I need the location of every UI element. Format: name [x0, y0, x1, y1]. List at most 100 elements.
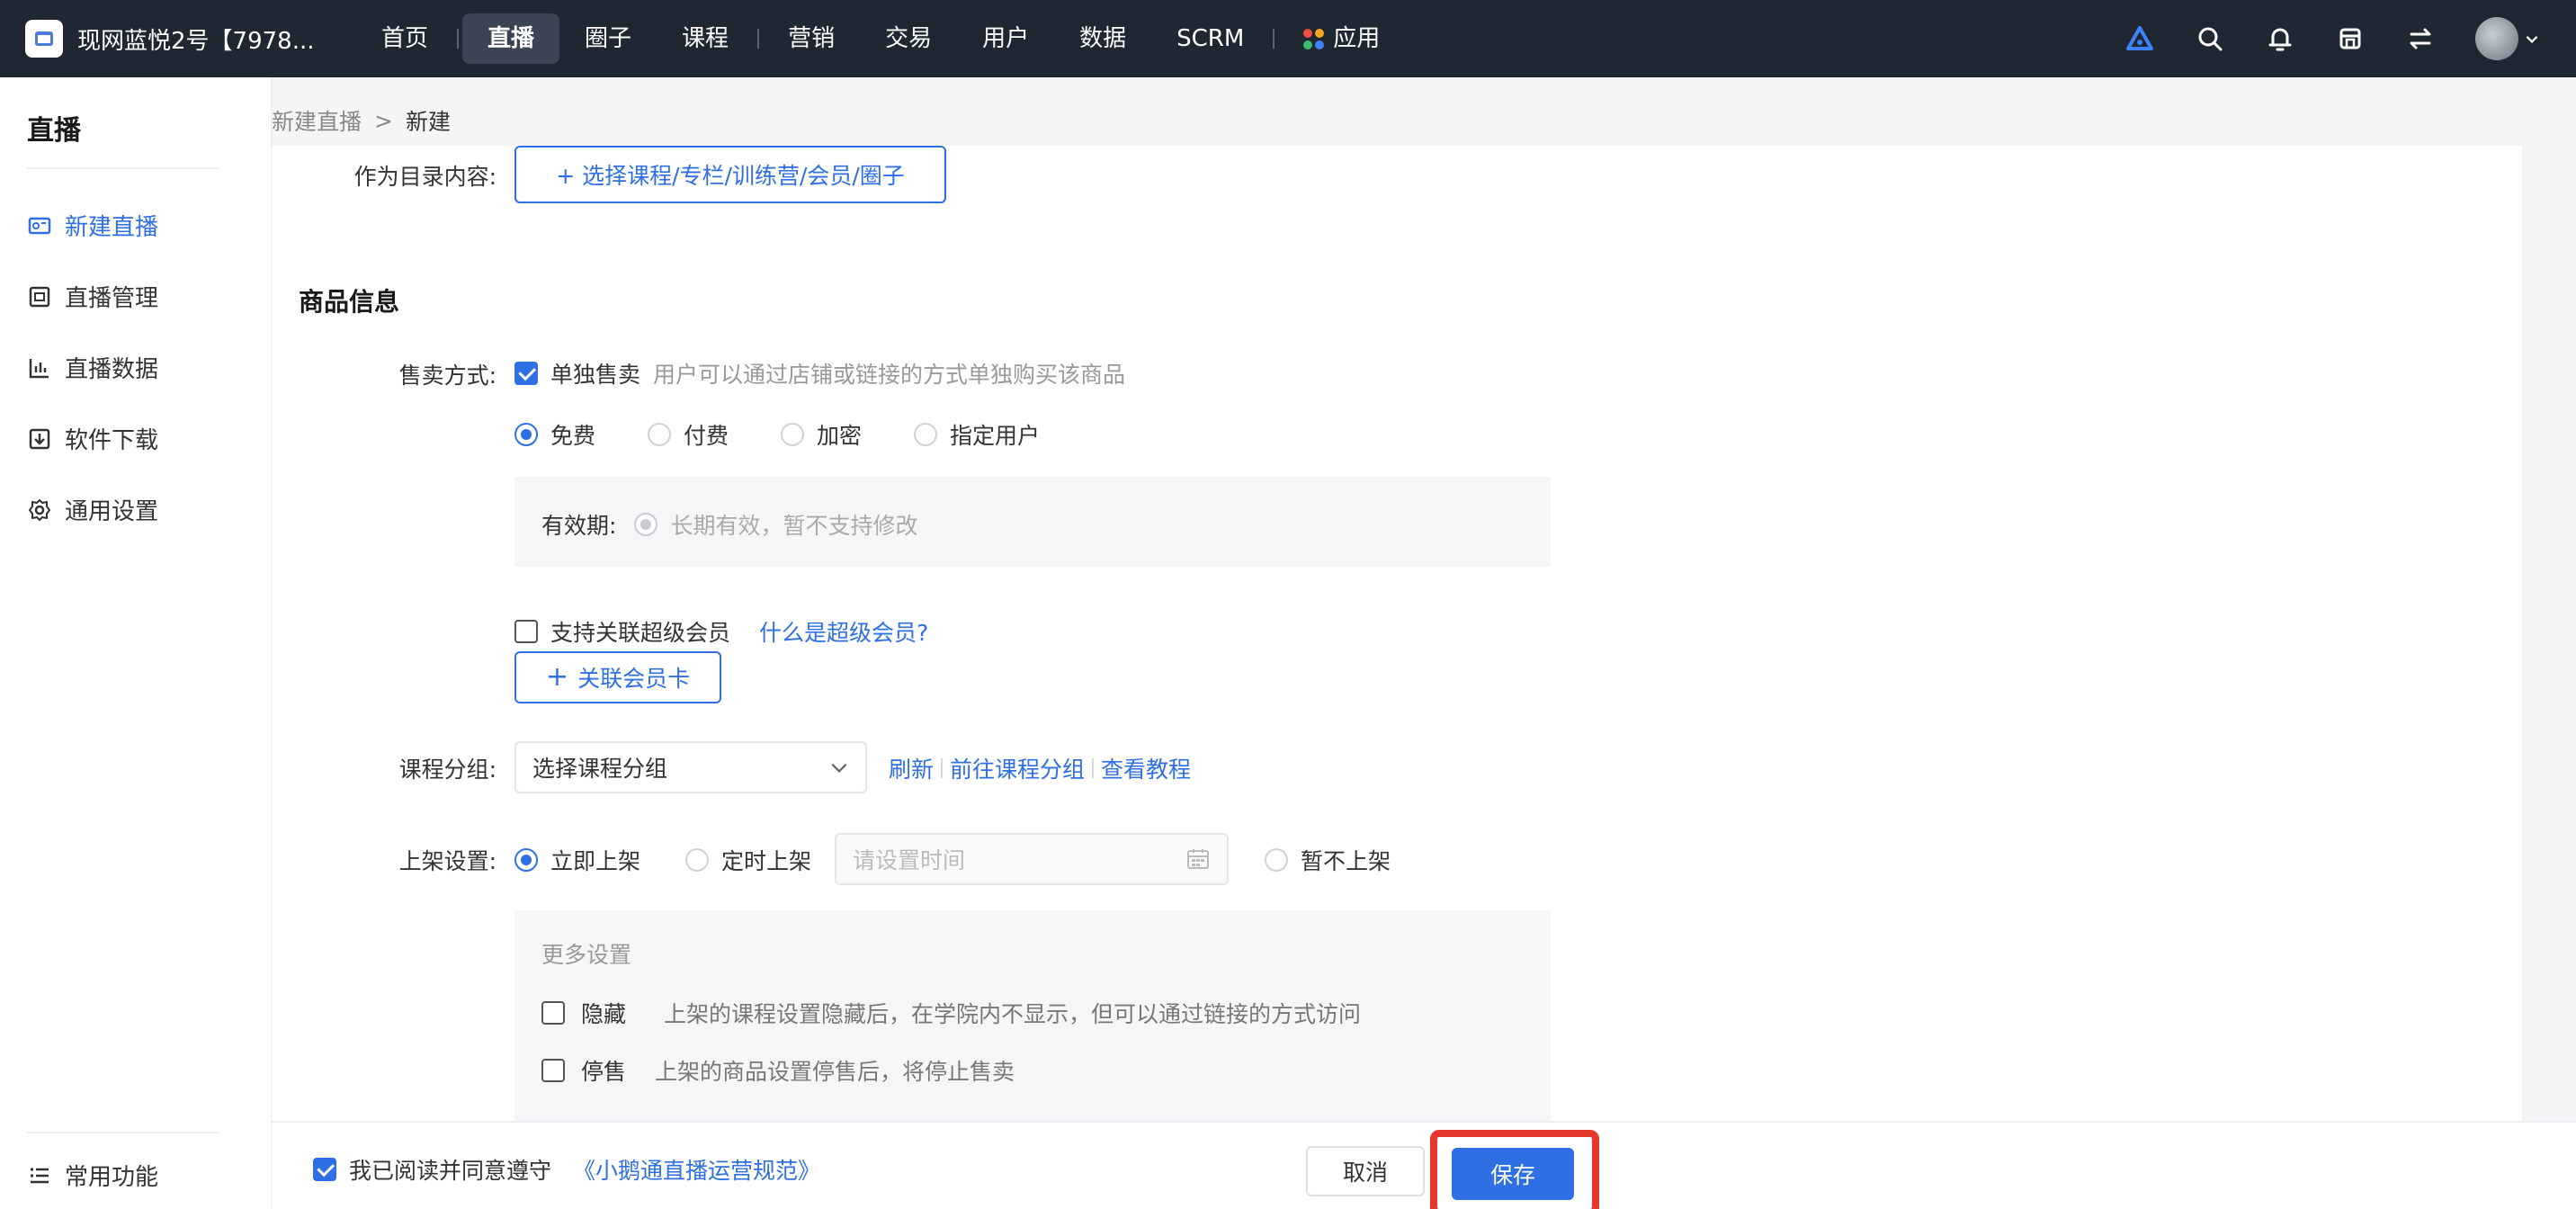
sidebar-item-live-data[interactable]: 直播数据 — [27, 351, 158, 384]
apps-icon — [1303, 28, 1325, 49]
sidebar-item-label: 常用功能 — [65, 1164, 159, 1191]
stop-sale-hint: 上架的商品设置停售后，将停止售卖 — [655, 1059, 1015, 1085]
nav-separator — [1273, 29, 1275, 49]
manage-icon — [29, 286, 50, 307]
sale-single-hint: 用户可以通过店铺或链接的方式单独购买该商品 — [653, 362, 1126, 388]
view-tutorial-link[interactable]: 查看教程 — [1101, 752, 1191, 784]
bell-icon[interactable] — [2265, 23, 2295, 54]
price-encrypt-radio[interactable] — [781, 423, 805, 446]
avatar — [2475, 17, 2518, 60]
sidebar-item-label: 软件下载 — [65, 427, 159, 454]
agreement-link[interactable]: 《小鹅通直播运营规范》 — [573, 1153, 820, 1186]
shelf-time-input[interactable]: 请设置时间 — [835, 833, 1229, 885]
nav-scrm[interactable]: SCRM — [1151, 13, 1269, 64]
user-menu[interactable] — [2475, 17, 2540, 60]
group-links: 刷新 前往课程分组 查看教程 — [889, 752, 1191, 784]
nav-course[interactable]: 课程 — [657, 13, 754, 64]
link-member-card-label: 关联会员卡 — [577, 666, 691, 692]
link-member-card-button[interactable]: + 关联会员卡 — [514, 651, 721, 703]
hide-label: 隐藏 — [581, 1001, 627, 1027]
nav-apps-label: 应用 — [1333, 25, 1381, 52]
validity-row: 有效期: 长期有效，暂不支持修改 — [541, 508, 917, 541]
validity-value: 长期有效，暂不支持修改 — [670, 513, 918, 539]
shelf-timed-radio[interactable] — [685, 848, 709, 872]
shelf-label: 上架设置: — [398, 848, 496, 874]
shop-name[interactable]: 现网蓝悦2号【7978... — [77, 22, 338, 56]
course-group-select[interactable]: 选择课程分组 — [514, 741, 867, 793]
sidebar-divider — [27, 1132, 219, 1133]
breadcrumb-parent[interactable]: 新建直播 — [272, 104, 362, 137]
chart-icon — [29, 358, 49, 378]
hide-row: 隐藏 上架的课程设置隐藏后，在学院内不显示，但可以通过链接的方式访问 — [541, 997, 1361, 1029]
shelf-now-label: 立即上架 — [550, 848, 641, 874]
cancel-button[interactable]: 取消 — [1306, 1146, 1425, 1196]
sidebar-divider — [27, 167, 219, 169]
group-label: 课程分组: — [398, 757, 496, 783]
nav-separator — [457, 29, 460, 49]
price-paid-radio[interactable] — [648, 423, 672, 446]
hide-checkbox[interactable] — [541, 1001, 565, 1025]
sale-single-label: 单独售卖 — [550, 362, 641, 388]
course-group-value: 选择课程分组 — [532, 756, 668, 782]
sidebar-item-live-manage[interactable]: 直播管理 — [27, 280, 158, 313]
price-specified-radio[interactable] — [914, 423, 938, 446]
sale-single-row: 单独售卖 用户可以通过店铺或链接的方式单独购买该商品 — [514, 357, 1125, 390]
agreement-checkbox[interactable] — [313, 1158, 336, 1181]
plus-icon: + — [545, 661, 569, 693]
form-panel: 作为目录内容: + 选择课程/专栏/训练营/会员/圈子 商品信息 售卖方式: 单… — [272, 146, 2522, 1121]
sidebar-item-label: 直播数据 — [65, 356, 159, 383]
brand-logo-icon[interactable] — [2124, 23, 2155, 54]
sidebar-item-common[interactable]: 常用功能 — [27, 1159, 158, 1192]
price-encrypt-label: 加密 — [817, 423, 863, 449]
chevron-down-icon — [831, 763, 847, 773]
save-button[interactable]: 保存 — [1452, 1148, 1574, 1200]
sidebar-item-new-live[interactable]: 新建直播 — [27, 209, 158, 242]
sidebar-item-label: 新建直播 — [65, 214, 159, 241]
shelf-not-label: 暂不上架 — [1301, 848, 1391, 874]
shelf-not-option: 暂不上架 — [1265, 844, 1391, 876]
nav-marketing[interactable]: 营销 — [763, 13, 860, 64]
nav-trade[interactable]: 交易 — [860, 13, 957, 64]
sidebar-title: 直播 — [27, 115, 81, 147]
price-free-radio[interactable] — [514, 423, 538, 446]
footer-bar: 我已阅读并同意遵守 《小鹅通直播运营规范》 取消 保存 — [272, 1121, 2576, 1209]
price-free-label: 免费 — [550, 423, 596, 449]
shelf-time-placeholder: 请设置时间 — [853, 847, 966, 873]
chevron-down-icon — [2526, 35, 2538, 43]
nav-apps[interactable]: 应用 — [1278, 13, 1405, 64]
store-icon[interactable] — [2335, 23, 2366, 54]
section-title: 商品信息 — [299, 287, 400, 317]
nav-users[interactable]: 用户 — [957, 13, 1054, 64]
select-catalog-button[interactable]: + 选择课程/专栏/训练营/会员/圈子 — [514, 146, 946, 203]
stop-sale-checkbox[interactable] — [541, 1059, 565, 1082]
calendar-icon — [1187, 849, 1209, 869]
shelf-now-radio[interactable] — [514, 848, 538, 872]
shelf-now-option: 立即上架 — [514, 844, 640, 876]
switch-icon[interactable] — [2405, 23, 2436, 54]
nav-separator — [757, 29, 760, 49]
super-member-link[interactable]: 什么是超级会员? — [759, 615, 928, 648]
sidebar-item-settings[interactable]: 通用设置 — [27, 493, 158, 526]
stop-sale-row: 停售 上架的商品设置停售后，将停止售卖 — [541, 1054, 1015, 1087]
agreement-row: 我已阅读并同意遵守 《小鹅通直播运营规范》 — [313, 1153, 820, 1186]
top-navbar: 现网蓝悦2号【7978... 首页 直播 圈子 课程 营销 交易 用户 数据 S… — [0, 0, 2576, 77]
super-member-row: 支持关联超级会员 什么是超级会员? — [514, 615, 928, 648]
breadcrumb: 新建直播 > 新建 — [272, 104, 451, 137]
nav-circle[interactable]: 圈子 — [559, 13, 657, 64]
super-member-checkbox[interactable] — [514, 620, 538, 643]
search-icon[interactable] — [2195, 23, 2225, 54]
more-settings-title: 更多设置 — [541, 942, 632, 968]
validity-radio — [634, 513, 658, 536]
refresh-link[interactable]: 刷新 — [889, 752, 934, 784]
sale-single-checkbox[interactable] — [514, 362, 538, 385]
price-options: 免费 付费 加密 指定用户 — [514, 418, 1040, 451]
super-member-label: 支持关联超级会员 — [550, 620, 731, 646]
sidebar-item-download[interactable]: 软件下载 — [27, 422, 158, 455]
go-course-group-link[interactable]: 前往课程分组 — [950, 752, 1085, 784]
shelf-not-radio[interactable] — [1265, 848, 1288, 872]
nav-live[interactable]: 直播 — [462, 13, 560, 64]
nav-data[interactable]: 数据 — [1054, 13, 1151, 64]
shelf-timed-label: 定时上架 — [721, 848, 812, 874]
nav-home[interactable]: 首页 — [356, 13, 453, 64]
shop-logo-icon[interactable] — [25, 20, 63, 58]
